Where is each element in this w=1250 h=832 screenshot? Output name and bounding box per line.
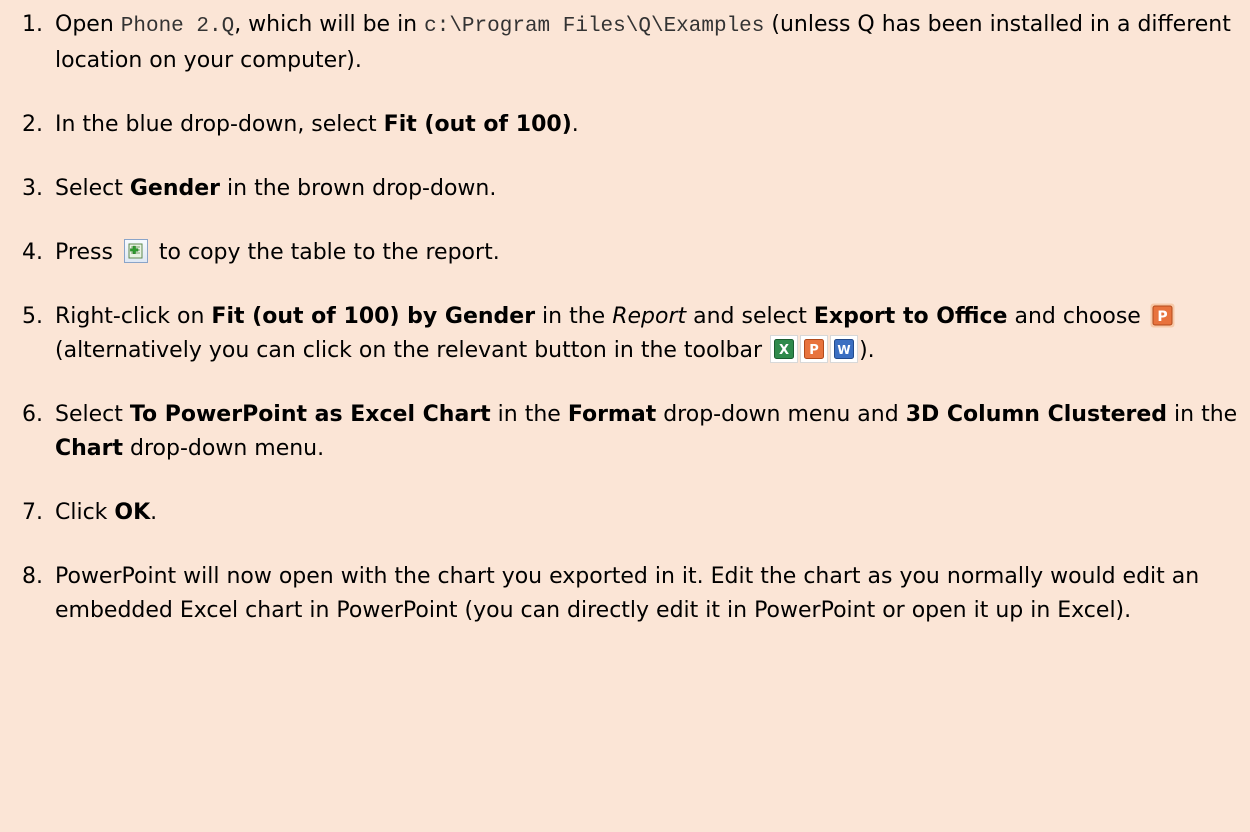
step-text-part: Click — [55, 500, 115, 525]
step-text-part: Select — [55, 402, 130, 427]
step-number: 6. — [22, 402, 43, 427]
bold-term: Gender — [129, 176, 221, 201]
svg-text:W: W — [837, 343, 850, 357]
step-text-part: , which will be in — [234, 12, 425, 37]
step-text-part: . — [150, 500, 158, 525]
step-7: 7. Click OK. — [0, 496, 1250, 530]
step-6: 6. Select To PowerPoint as Excel Chart i… — [0, 398, 1250, 466]
step-text-part: Open — [55, 12, 121, 37]
step-2: 2. In the blue drop-down, select Fit (ou… — [0, 108, 1250, 142]
step-text-part: to copy the table to the report. — [151, 240, 500, 265]
bold-term: Export to Office — [813, 304, 1008, 329]
step-5: 5. Right-click on Fit (out of 100) by Ge… — [0, 300, 1250, 368]
italic-term: Report — [612, 304, 687, 329]
step-text: In the blue drop-down, select Fit (out o… — [55, 108, 1250, 142]
step-number: 5. — [22, 304, 43, 329]
svg-text:P: P — [809, 343, 819, 358]
step-text-part: and choose — [1007, 304, 1148, 329]
file-name: Phone 2.Q — [120, 15, 235, 38]
powerpoint-icon[interactable]: P — [1150, 303, 1175, 328]
bold-term: Fit (out of 100) — [383, 112, 572, 137]
bold-term: To PowerPoint as Excel Chart — [129, 402, 491, 427]
step-8: 8. PowerPoint will now open with the cha… — [0, 560, 1250, 628]
step-text-part: Press — [55, 240, 120, 265]
step-text-part: in the — [490, 402, 568, 427]
excel-icon[interactable]: X — [770, 335, 799, 363]
step-text: Press to copy the table to the report. — [55, 236, 1250, 270]
step-text-part: ). — [859, 338, 875, 363]
bold-term: Format — [567, 402, 657, 427]
step-text: Select To PowerPoint as Excel Chart in t… — [55, 398, 1250, 466]
add-to-report-icon[interactable] — [123, 239, 148, 263]
step-number: 4. — [22, 240, 43, 265]
bold-term: 3D Column Clustered — [905, 402, 1168, 427]
step-text-part: in the — [535, 304, 613, 329]
step-text: Right-click on Fit (out of 100) by Gende… — [55, 300, 1250, 368]
step-1: 1. Open Phone 2.Q, which will be in c:\P… — [0, 8, 1250, 78]
step-text-part: . — [571, 112, 579, 137]
step-text: PowerPoint will now open with the chart … — [55, 560, 1250, 628]
step-number: 1. — [22, 12, 43, 37]
bold-term: Fit (out of 100) by Gender — [211, 304, 536, 329]
step-text: Click OK. — [55, 496, 1250, 530]
powerpoint-icon[interactable]: P — [800, 335, 829, 363]
step-number: 3. — [22, 176, 43, 201]
step-text-part: PowerPoint will now open with the chart … — [55, 564, 1200, 623]
step-text: Open Phone 2.Q, which will be in c:\Prog… — [55, 8, 1250, 78]
step-text-part: in the — [1167, 402, 1238, 427]
step-number: 7. — [22, 500, 43, 525]
file-path: c:\Program Files\Q\Examples — [424, 15, 765, 38]
step-text: Select Gender in the brown drop-down. — [55, 172, 1250, 206]
bold-term: OK — [114, 500, 151, 525]
step-text-part: and select — [686, 304, 814, 329]
step-3: 3. Select Gender in the brown drop-down. — [0, 172, 1250, 206]
step-text-part: In the blue drop-down, select — [55, 112, 384, 137]
bold-term: Chart — [55, 436, 124, 461]
step-text-part: Select — [55, 176, 130, 201]
step-text-part: Right-click on — [55, 304, 212, 329]
word-icon[interactable]: W — [830, 335, 859, 363]
instructions-page: 1. Open Phone 2.Q, which will be in c:\P… — [0, 0, 1250, 832]
step-number: 8. — [22, 564, 43, 589]
svg-text:P: P — [1157, 309, 1167, 325]
step-number: 2. — [22, 112, 43, 137]
step-text-part: drop-down menu and — [656, 402, 906, 427]
step-4: 4. Press to copy the table to the report… — [0, 236, 1250, 270]
step-text-part: drop-down menu. — [123, 436, 325, 461]
step-text-part: in the brown drop-down. — [220, 176, 497, 201]
step-text-part: (alternatively you can click on the rele… — [55, 338, 770, 363]
svg-text:X: X — [779, 343, 789, 358]
